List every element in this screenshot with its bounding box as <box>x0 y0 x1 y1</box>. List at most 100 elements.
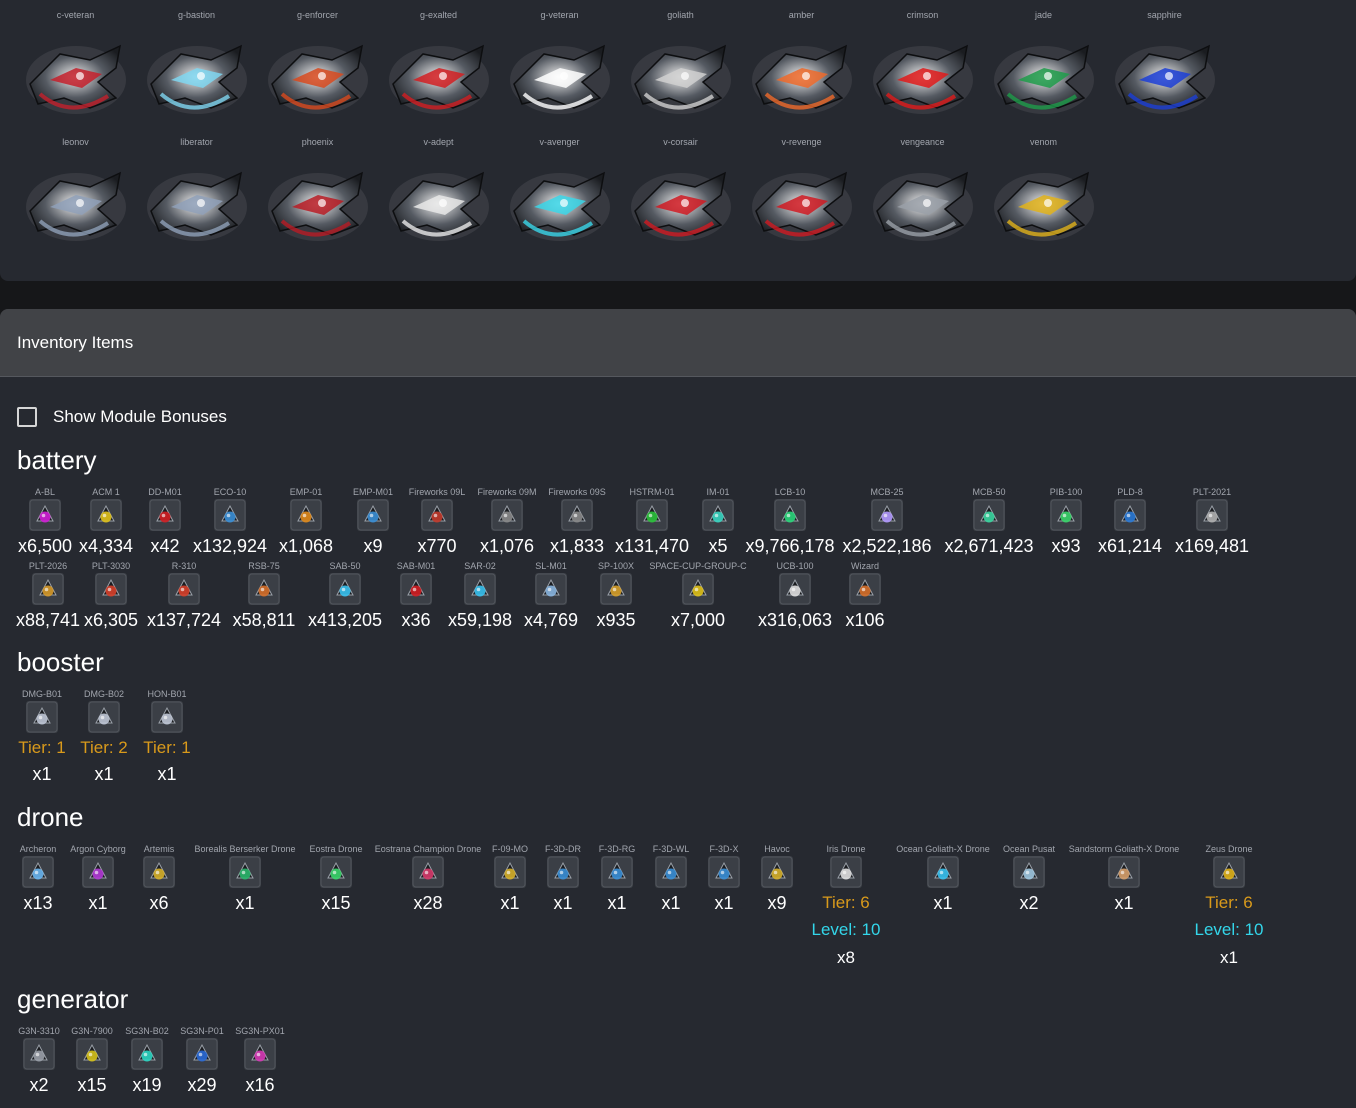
ship-phoenix[interactable]: phoenix <box>257 135 378 253</box>
ship-g-exalted[interactable]: g-exalted <box>378 8 499 126</box>
ship-v-adept[interactable]: v-adept <box>378 135 499 253</box>
ship-image <box>746 24 858 126</box>
inventory-item-f-3d-x[interactable]: F-3D-X x1 <box>698 843 750 914</box>
inventory-item-plt-2021[interactable]: PLT-2021 x169,481 <box>1168 486 1256 557</box>
category-title-drone: drone <box>17 802 84 832</box>
inventory-item-f-3d-wl[interactable]: F-3D-WL x1 <box>644 843 698 914</box>
inventory-item-iris-drone[interactable]: Iris Drone Tier: 6 Level: 10 x8 <box>804 843 888 969</box>
inventory-item-rsb-75[interactable]: RSB-75 x58,811 <box>226 560 302 631</box>
inventory-item-plt-2026[interactable]: PLT-2026 x88,741 <box>16 560 80 631</box>
ship-image <box>867 151 979 253</box>
inventory-item-sar-02[interactable]: SAR-02 x59,198 <box>444 560 516 631</box>
inventory-item-emp-m01[interactable]: EMP-M01 x9 <box>344 486 402 557</box>
inventory-item-sab-50[interactable]: SAB-50 x413,205 <box>302 560 388 631</box>
show-module-bonuses-checkbox[interactable] <box>17 407 37 427</box>
inventory-item-g3n-7900[interactable]: G3N-7900 x15 <box>64 1025 120 1096</box>
item-label: DMG-B02 <box>83 689 124 699</box>
inventory-item-space-cup-group-c[interactable]: SPACE-CUP-GROUP-C x7,000 <box>646 560 750 631</box>
ship-leonov[interactable]: leonov <box>15 135 136 253</box>
item-icon <box>29 499 61 531</box>
inventory-item-fireworks-09m[interactable]: Fireworks 09M x1,076 <box>472 486 542 557</box>
show-module-bonuses-toggle[interactable]: Show Module Bonuses <box>17 407 227 427</box>
item-label: F-09-MO <box>492 844 528 854</box>
inventory-item-pib-100[interactable]: PIB-100 x93 <box>1040 486 1092 557</box>
inventory-item-sg3n-px01[interactable]: SG3N-PX01 x16 <box>230 1025 290 1096</box>
inventory-item-lcb-10[interactable]: LCB-10 x9,766,178 <box>744 486 836 557</box>
inventory-item-pld-8[interactable]: PLD-8 x61,214 <box>1092 486 1168 557</box>
ship-g-enforcer[interactable]: g-enforcer <box>257 8 378 126</box>
item-quantity: x1,833 <box>549 536 605 556</box>
inventory-item-hon-b01[interactable]: HON-B01 Tier: 1 x1 <box>138 688 196 785</box>
inventory-item-sg3n-p01[interactable]: SG3N-P01 x29 <box>174 1025 230 1096</box>
inventory-item-artemis[interactable]: Artemis x6 <box>128 843 190 914</box>
item-label: SAB-M01 <box>396 561 436 571</box>
ship-amber[interactable]: amber <box>741 8 862 126</box>
ship-v-avenger[interactable]: v-avenger <box>499 135 620 253</box>
ship-crimson[interactable]: crimson <box>862 8 983 126</box>
ship-v-corsair[interactable]: v-corsair <box>620 135 741 253</box>
inventory-item-g3n-3310[interactable]: G3N-3310 x2 <box>14 1025 64 1096</box>
ship-image <box>141 151 253 253</box>
inventory-item-r-310[interactable]: R-310 x137,724 <box>142 560 226 631</box>
inventory-item-eco-10[interactable]: ECO-10 x132,924 <box>192 486 268 557</box>
inventory-item-dmg-b01[interactable]: DMG-B01 Tier: 1 x1 <box>14 688 70 785</box>
inventory-item-f-3d-dr[interactable]: F-3D-DR x1 <box>536 843 590 914</box>
inventory-item-eostra-drone[interactable]: Eostra Drone x15 <box>300 843 372 914</box>
ship-v-revenge[interactable]: v-revenge <box>741 135 862 253</box>
inventory-item-dmg-b02[interactable]: DMG-B02 Tier: 2 x1 <box>70 688 138 785</box>
inventory-item-sg3n-b02[interactable]: SG3N-B02 x19 <box>120 1025 174 1096</box>
item-label: SL-M01 <box>535 561 567 571</box>
inventory-item-wizard[interactable]: Wizard x106 <box>840 560 890 631</box>
inventory-item-hstrm-01[interactable]: HSTRM-01 x131,470 <box>612 486 692 557</box>
ship-g-veteran[interactable]: g-veteran <box>499 8 620 126</box>
inventory-item-a-bl[interactable]: A-BL x6,500 <box>16 486 74 557</box>
inventory-item-ocean-goliath-x-drone[interactable]: Ocean Goliath-X Drone x1 <box>888 843 998 914</box>
inventory-item-ocean-pusat[interactable]: Ocean Pusat x2 <box>998 843 1060 914</box>
inventory-item-sp-100x[interactable]: SP-100X x935 <box>586 560 646 631</box>
ship-label: liberator <box>180 137 213 147</box>
inventory-item-sandstorm-goliath-x-drone[interactable]: Sandstorm Goliath-X Drone x1 <box>1060 843 1188 914</box>
ship-liberator[interactable]: liberator <box>136 135 257 253</box>
inventory-item-sab-m01[interactable]: SAB-M01 x36 <box>388 560 444 631</box>
inventory-item-argon-cyborg[interactable]: Argon Cyborg x1 <box>68 843 128 914</box>
inventory-item-borealis-berserker-drone[interactable]: Borealis Berserker Drone x1 <box>190 843 300 914</box>
inventory-item-f-09-mo[interactable]: F-09-MO x1 <box>484 843 536 914</box>
ship-g-bastion[interactable]: g-bastion <box>136 8 257 126</box>
inventory-item-havoc[interactable]: Havoc x9 <box>750 843 804 914</box>
inventory-item-dd-m01[interactable]: DD-M01 x42 <box>138 486 192 557</box>
ship-goliath[interactable]: goliath <box>620 8 741 126</box>
inventory-item-emp-01[interactable]: EMP-01 x1,068 <box>268 486 344 557</box>
inventory-item-mcb-25[interactable]: MCB-25 x2,522,186 <box>836 486 938 557</box>
ship-image <box>383 151 495 253</box>
inventory-item-archeron[interactable]: Archeron x13 <box>8 843 68 914</box>
ship-image <box>988 151 1100 253</box>
inventory-item-ucb-100[interactable]: UCB-100 x316,063 <box>750 560 840 631</box>
item-quantity: x316,063 <box>757 610 833 630</box>
item-label: EMP-01 <box>289 487 323 497</box>
inventory-item-eostrana-champion-drone[interactable]: Eostrana Champion Drone x28 <box>372 843 484 914</box>
item-quantity: x61,214 <box>1097 536 1163 556</box>
inventory-item-fireworks-09s[interactable]: Fireworks 09S x1,833 <box>542 486 612 557</box>
inventory-item-im-01[interactable]: IM-01 x5 <box>692 486 744 557</box>
inventory-item-fireworks-09l[interactable]: Fireworks 09L x770 <box>402 486 472 557</box>
ship-jade[interactable]: jade <box>983 8 1104 126</box>
item-quantity: x13 <box>23 893 53 913</box>
item-quantity: x770 <box>417 536 457 556</box>
item-label: F-3D-WL <box>652 844 690 854</box>
ship-sapphire[interactable]: sapphire <box>1104 8 1225 126</box>
inventory-item-acm-1[interactable]: ACM 1 x4,334 <box>74 486 138 557</box>
inventory-item-f-3d-rg[interactable]: F-3D-RG x1 <box>590 843 644 914</box>
item-icon <box>491 499 523 531</box>
ship-venom[interactable]: venom <box>983 135 1104 253</box>
inventory-item-plt-3030[interactable]: PLT-3030 x6,305 <box>80 560 142 631</box>
inventory-item-zeus-drone[interactable]: Zeus Drone Tier: 6 Level: 10 x1 <box>1188 843 1270 969</box>
ship-c-veteran[interactable]: c-veteran <box>15 8 136 126</box>
item-quantity: x6 <box>149 893 169 913</box>
inventory-item-sl-m01[interactable]: SL-M01 x4,769 <box>516 560 586 631</box>
ship-label: crimson <box>906 10 939 20</box>
item-quantity: x1 <box>500 893 520 913</box>
inventory-item-mcb-50[interactable]: MCB-50 x2,671,423 <box>938 486 1040 557</box>
item-quantity: x1 <box>661 893 681 913</box>
ship-vengeance[interactable]: vengeance <box>862 135 983 253</box>
item-icon <box>1050 499 1082 531</box>
